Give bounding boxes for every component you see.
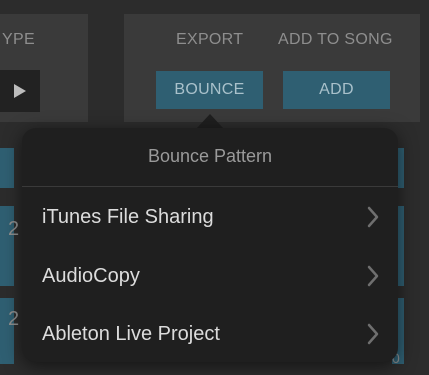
row-number: 2 (8, 218, 20, 240)
add-button[interactable]: ADD (283, 71, 390, 109)
play-button[interactable] (0, 70, 40, 112)
export-label: EXPORT (176, 31, 244, 48)
chevron-right-icon (367, 206, 379, 228)
popover-title: Bounce Pattern (147, 146, 273, 166)
menu-item-label: AudioCopy (42, 264, 140, 287)
chevron-right-icon (367, 265, 379, 287)
menu-item-ableton-live-project[interactable]: Ableton Live Project (42, 316, 380, 352)
pattern-cell[interactable] (0, 148, 14, 188)
menu-item-itunes-file-sharing[interactable]: iTunes File Sharing (42, 199, 380, 235)
divider (22, 186, 398, 187)
row-number: 2 (8, 308, 20, 330)
popover-arrow (196, 114, 224, 129)
type-label: YPE (2, 31, 35, 48)
add-to-song-label: ADD TO SONG (278, 31, 393, 48)
bounce-pattern-popover: Bounce Pattern iTunes File Sharing Audio… (22, 128, 398, 362)
play-icon (14, 84, 26, 98)
menu-item-label: iTunes File Sharing (42, 205, 214, 228)
menu-item-label: Ableton Live Project (42, 322, 220, 345)
bounce-button[interactable]: BOUNCE (156, 71, 263, 109)
menu-item-audiocopy[interactable]: AudioCopy (42, 258, 380, 294)
chevron-right-icon (367, 323, 379, 345)
